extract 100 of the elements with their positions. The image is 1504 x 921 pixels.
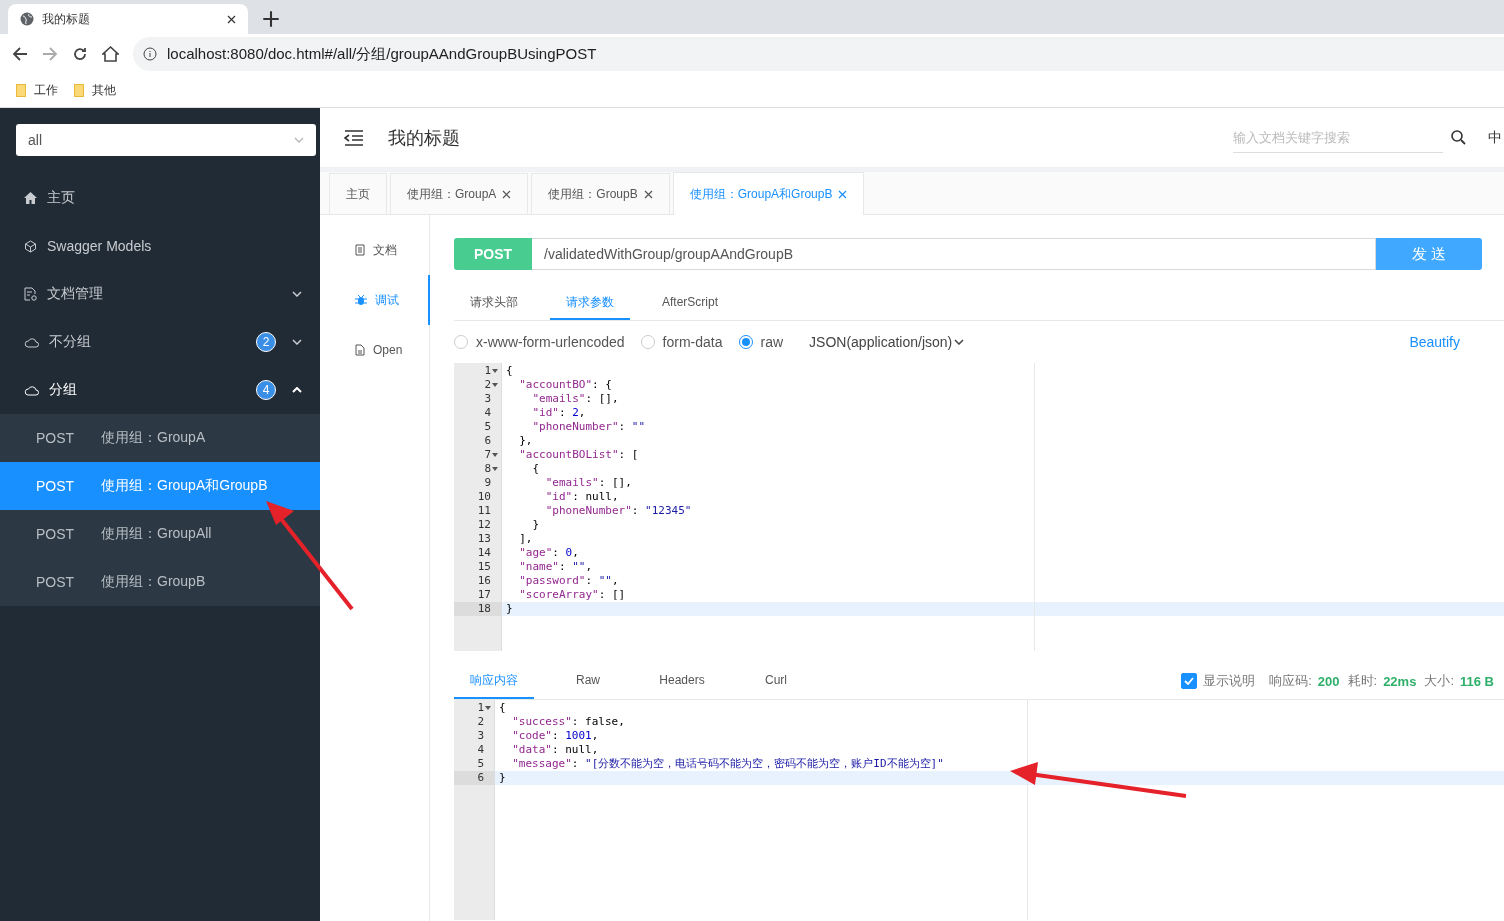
folder-icon (74, 83, 84, 97)
menu-item[interactable]: 文档管理 (0, 270, 320, 318)
cloud-icon (24, 384, 39, 396)
line-number: 3 (477, 729, 484, 743)
code-line: { (498, 701, 507, 715)
radio-label: form-data (662, 334, 723, 350)
code-line: "emails": [], (544, 476, 633, 490)
folder-icon (16, 83, 26, 97)
line-number: 9 (484, 476, 491, 490)
line-number: 11 (477, 504, 491, 518)
radio-label: x-www-form-urlencoded (476, 334, 625, 350)
search-icon[interactable] (1451, 130, 1466, 145)
response-tab[interactable]: Curl (736, 663, 816, 699)
request-tab[interactable]: 请求头部 (454, 286, 534, 320)
menu-icon[interactable] (344, 129, 364, 146)
code-line: "name": "", (518, 560, 594, 574)
menu-item[interactable]: 主页 (0, 174, 320, 222)
code-line: "message": "[分数不能为空，电话号码不能为空，密码不能为空，账户ID不能为空]" (511, 757, 945, 771)
radio-button[interactable] (738, 335, 753, 349)
line-number: 10 (477, 490, 491, 504)
count-badge: 4 (256, 380, 276, 400)
code-line: "phoneNumber": "12345" (544, 504, 693, 518)
content-type-select[interactable]: JSON(application/json) (809, 334, 965, 350)
line-number: 2 (477, 715, 484, 729)
close-icon[interactable] (643, 189, 653, 199)
address-bar[interactable]: localhost:8080/doc.html#/all/分组/groupAAndGroupBUsingPOST (133, 37, 1504, 71)
code-line: "data": null, (511, 743, 600, 757)
fold-icon[interactable] (492, 453, 498, 457)
submenu-item[interactable]: POST 使用组：GroupA (0, 414, 320, 462)
document-icon (24, 287, 37, 301)
line-number: 16 (477, 574, 491, 588)
radio-button[interactable] (640, 335, 655, 349)
caret-icon (954, 339, 965, 345)
checkbox-label: 显示说明 (1203, 672, 1256, 690)
line-number: 17 (477, 588, 491, 602)
fold-icon[interactable] (492, 467, 498, 471)
menu-item[interactable]: 不分组 2 (0, 318, 320, 366)
check-icon (1184, 677, 1195, 685)
page-tab[interactable]: 使用组：GroupA (390, 173, 529, 214)
fold-icon[interactable] (485, 706, 491, 710)
line-number: 13 (477, 532, 491, 546)
code-line: }, (518, 434, 534, 448)
code-line: "success": false, (511, 715, 626, 729)
line-number: 8 (484, 462, 491, 476)
close-icon[interactable] (502, 189, 512, 199)
back-icon[interactable] (12, 46, 28, 62)
bookmark[interactable]: 其他 (74, 81, 116, 99)
line-number: 5 (477, 757, 484, 771)
stat-value: 116 B (1460, 673, 1494, 689)
submenu-item[interactable]: POST 使用组：GroupB (0, 558, 320, 606)
stat-label: 耗时: (1347, 672, 1378, 690)
response-tab[interactable]: Raw (548, 663, 628, 699)
radio-button[interactable] (454, 335, 468, 349)
line-number: 12 (477, 518, 491, 532)
language-link[interactable]: 中 (1488, 128, 1502, 147)
stat-value: 200 (1317, 673, 1340, 689)
chevron-down-icon (292, 339, 302, 345)
request-tab[interactable]: AfterScript (646, 286, 734, 320)
bookmark[interactable]: 工作 (16, 81, 58, 99)
line-number: 14 (477, 546, 491, 560)
group-select[interactable]: all (16, 124, 316, 156)
method-label: POST (454, 238, 532, 270)
side-tab[interactable]: Open (325, 325, 429, 375)
chevron-down-icon (294, 137, 304, 143)
menu-item[interactable]: Swagger Models (0, 222, 320, 270)
line-number: 5 (484, 420, 491, 434)
fold-icon[interactable] (492, 383, 498, 387)
code-line: "emails": [], (531, 392, 620, 406)
code-line: "accountBO": { (518, 378, 613, 392)
menu-item[interactable]: 分组 4 (0, 366, 320, 414)
line-number: 4 (484, 406, 491, 420)
globe-icon (20, 12, 34, 26)
line-number: 1 (477, 701, 484, 715)
tab-title: 我的标题 (42, 10, 91, 28)
code-line: "id": 2, (531, 406, 587, 420)
code-line: ], (518, 532, 534, 546)
fold-icon[interactable] (492, 369, 498, 373)
code-line: "accountBOList": [ (518, 448, 640, 462)
code-line: { (505, 364, 514, 378)
page-tab[interactable]: 主页 (329, 173, 387, 214)
code-line: "scoreArray": [] (518, 588, 627, 602)
submenu-item[interactable]: POST 使用组：GroupAll (0, 510, 320, 558)
response-tab[interactable]: Headers (642, 663, 722, 699)
line-number: 6 (477, 771, 484, 785)
line-number: 6 (484, 434, 491, 448)
close-icon[interactable] (227, 14, 236, 24)
new-tab-icon[interactable] (262, 10, 280, 28)
code-line: { (531, 462, 541, 476)
browser-tab[interactable]: 我的标题 (8, 4, 248, 34)
home-icon[interactable] (102, 46, 119, 62)
url-field[interactable]: /validatedWithGroup/groupAAndGroupB (532, 238, 1376, 270)
line-number: 2 (484, 378, 491, 392)
radio-label: raw (760, 334, 784, 350)
reload-icon[interactable] (72, 46, 88, 62)
side-tab[interactable]: 文档 (325, 225, 429, 275)
cube-icon (24, 239, 37, 253)
line-number: 18 (477, 602, 491, 616)
checkbox[interactable] (1181, 673, 1198, 689)
page-tab[interactable]: 使用组：GroupB (531, 173, 670, 214)
document-icon (355, 244, 365, 256)
